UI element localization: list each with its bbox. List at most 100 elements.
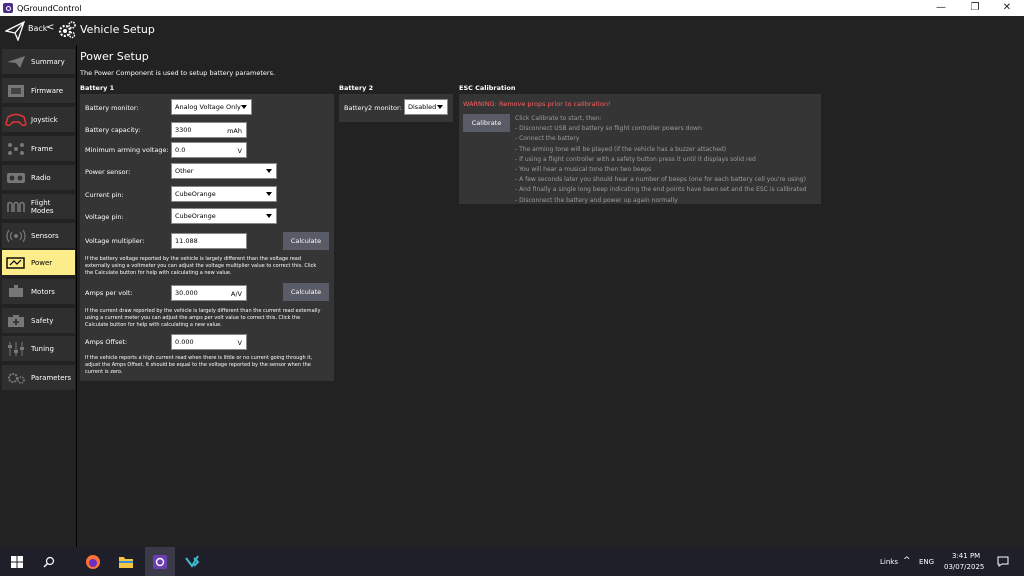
amps-offset-label: Amps Offset: bbox=[85, 338, 128, 346]
tray-chevron-icon[interactable]: ^ bbox=[903, 556, 911, 566]
amps-per-volt-input[interactable]: 30.000 A/V bbox=[171, 285, 247, 301]
qgc-app-icon bbox=[153, 554, 167, 569]
help-line: externally using a voltmeter you can adj… bbox=[85, 263, 317, 269]
sidebar-item-safety[interactable]: Safety bbox=[2, 308, 75, 333]
start-button[interactable] bbox=[6, 547, 28, 576]
qgc-app-icon bbox=[3, 3, 13, 13]
voltage-calculate-button[interactable]: Calculate bbox=[283, 232, 329, 250]
paper-plane-icon[interactable] bbox=[5, 21, 25, 41]
current-calculate-button[interactable]: Calculate bbox=[283, 283, 329, 301]
taskbar-firefox[interactable] bbox=[80, 547, 106, 576]
sidebar-item-motors[interactable]: Motors bbox=[2, 279, 75, 304]
setup-sidebar: Summary Firmware Joystick Frame Radio Fl… bbox=[0, 45, 77, 547]
safety-icon bbox=[5, 313, 27, 329]
maximize-button[interactable]: ❐ bbox=[960, 0, 990, 16]
sensors-icon bbox=[5, 228, 27, 244]
sidebar-item-label: Frame bbox=[31, 144, 53, 153]
power-sensor-label: Power sensor: bbox=[85, 168, 131, 176]
help-line: using a current meter you can adjust the… bbox=[85, 315, 301, 321]
esc-warning-text: WARNING: Remove props prior to calibrati… bbox=[463, 100, 611, 108]
caret-down-icon bbox=[266, 214, 272, 218]
amps-per-volt-unit: A/V bbox=[230, 290, 242, 298]
esc-instructions: Click Calibrate to start, then: - Discon… bbox=[515, 114, 820, 206]
power-sensor-value: Other bbox=[175, 167, 194, 175]
sidebar-item-radio[interactable]: Radio bbox=[2, 165, 75, 190]
joystick-icon bbox=[5, 112, 27, 128]
esc-step: - You will hear a musical tone then two … bbox=[515, 166, 652, 174]
help-line: If the battery voltage reported by the v… bbox=[85, 256, 302, 262]
window-title: QGroundControl bbox=[17, 3, 82, 13]
amps-per-volt-help: If the current draw reported by the vehi… bbox=[85, 308, 333, 329]
taskbar-date[interactable]: 03/07/2025 bbox=[944, 563, 984, 571]
caret-down-icon bbox=[241, 105, 247, 109]
notification-button[interactable] bbox=[994, 547, 1012, 576]
battery-monitor-select[interactable]: Analog Voltage Only bbox=[171, 99, 252, 115]
esc-step: - If using a flight controller with a sa… bbox=[515, 155, 756, 163]
sidebar-item-joystick[interactable]: Joystick bbox=[2, 107, 75, 132]
power-icon bbox=[5, 255, 27, 271]
sidebar-item-summary[interactable]: Summary bbox=[2, 49, 75, 74]
back-chevron-icon: < bbox=[46, 22, 55, 33]
current-pin-select[interactable]: CubeOrange bbox=[171, 186, 277, 202]
radio-icon bbox=[5, 170, 27, 186]
search-button[interactable] bbox=[38, 547, 60, 576]
power-sensor-select[interactable]: Other bbox=[171, 163, 277, 179]
sidebar-item-label: Flight Modes bbox=[30, 198, 54, 215]
sidebar-item-power[interactable]: Power bbox=[2, 250, 75, 275]
sidebar-item-frame[interactable]: Frame bbox=[2, 136, 75, 161]
motors-icon bbox=[5, 284, 27, 300]
amps-offset-input[interactable]: 0.000 V bbox=[171, 334, 247, 350]
voltage-multiplier-label: Voltage multiplier: bbox=[85, 237, 145, 245]
sidebar-item-firmware[interactable]: Firmware bbox=[2, 78, 75, 103]
links-toolbar[interactable]: Links bbox=[880, 558, 898, 566]
search-icon bbox=[43, 556, 55, 567]
sidebar-item-label: Joystick bbox=[31, 115, 58, 124]
battery2-monitor-value: Disabled bbox=[408, 103, 437, 111]
code-editor-icon bbox=[185, 554, 200, 568]
voltage-multiplier-help: If the battery voltage reported by the v… bbox=[85, 256, 333, 277]
windows-taskbar: Links ^ ENG 3:41 PM 03/07/2025 bbox=[0, 547, 1024, 576]
voltage-pin-select[interactable]: CubeOrange bbox=[171, 208, 277, 224]
caret-down-icon bbox=[437, 105, 443, 109]
tuning-icon bbox=[5, 341, 27, 357]
esc-step: - The arming tone will be played (if the… bbox=[515, 145, 727, 153]
capacity-unit: mAh bbox=[227, 127, 242, 135]
esc-step: - Disconnect the battery and power up ag… bbox=[515, 196, 678, 204]
taskbar-file-explorer[interactable] bbox=[113, 547, 139, 576]
sidebar-item-label: Firmware bbox=[31, 86, 64, 95]
min-arming-voltage-input[interactable]: 0.0 V bbox=[171, 142, 247, 158]
voltage-pin-value: CubeOrange bbox=[175, 212, 216, 220]
sidebar-item-label: Sensors bbox=[31, 231, 59, 240]
amps-per-volt-label: Amps per volt: bbox=[85, 289, 133, 297]
language-indicator[interactable]: ENG bbox=[919, 558, 934, 566]
windows-logo-icon bbox=[11, 555, 23, 568]
sidebar-item-flight-modes[interactable]: Flight Modes bbox=[2, 194, 75, 219]
sidebar-item-sensors[interactable]: Sensors bbox=[2, 223, 75, 248]
caret-down-icon bbox=[266, 169, 272, 173]
voltage-multiplier-input[interactable]: 11.088 bbox=[171, 233, 247, 249]
gear-icon bbox=[58, 21, 76, 39]
help-line: the Calculate button for help with calcu… bbox=[85, 270, 232, 276]
battery2-monitor-select[interactable]: Disabled bbox=[404, 99, 448, 115]
esc-step: - Disconnect USB and battery so flight c… bbox=[515, 125, 702, 133]
min-arming-voltage-value: 0.0 bbox=[175, 146, 186, 154]
esc-step: - And finally a single long beep indicat… bbox=[515, 186, 807, 194]
battery-capacity-input[interactable]: 3300 mAh bbox=[171, 122, 247, 138]
close-button[interactable]: ✕ bbox=[992, 0, 1022, 16]
back-button[interactable]: Back bbox=[28, 24, 47, 33]
minimize-button[interactable]: — bbox=[926, 0, 956, 16]
page-description: The Power Component is used to setup bat… bbox=[80, 69, 276, 77]
help-line: If the vehicle reports a high current re… bbox=[85, 355, 313, 361]
taskbar-qgroundcontrol[interactable] bbox=[145, 547, 175, 576]
sidebar-item-tuning[interactable]: Tuning bbox=[2, 336, 75, 361]
frame-icon bbox=[5, 141, 27, 157]
taskbar-vscode[interactable] bbox=[179, 547, 205, 576]
sidebar-item-label: Tuning bbox=[31, 344, 54, 353]
sidebar-item-parameters[interactable]: Parameters bbox=[2, 365, 75, 390]
page-title: Power Setup bbox=[80, 50, 149, 63]
calibrate-button[interactable]: Calibrate bbox=[463, 114, 510, 132]
taskbar-time[interactable]: 3:41 PM bbox=[952, 552, 980, 560]
esc-step: - A few seconds later you should hear a … bbox=[515, 176, 806, 184]
sidebar-item-label: Safety bbox=[31, 316, 54, 325]
firefox-icon bbox=[86, 554, 100, 569]
